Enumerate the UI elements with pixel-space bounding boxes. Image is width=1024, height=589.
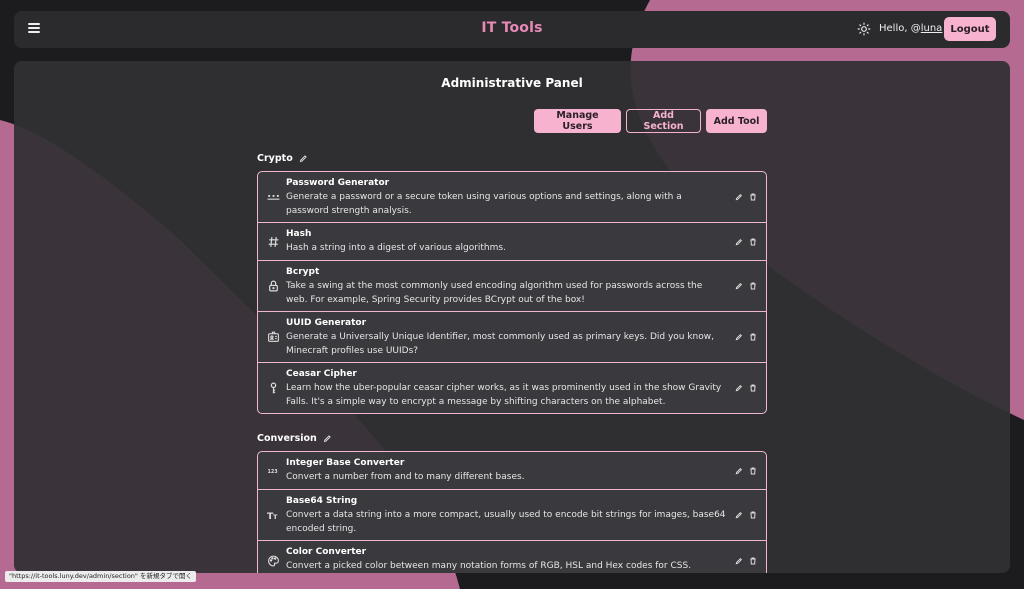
pencil-icon[interactable] [299, 154, 308, 163]
add-tool-button[interactable]: Add Tool [706, 109, 767, 133]
edit-icon[interactable] [735, 511, 743, 519]
tool-name: Color Converter [286, 547, 367, 557]
page-title: Administrative Panel [441, 76, 583, 90]
sun-icon[interactable] [857, 22, 871, 36]
trash-icon[interactable] [749, 384, 757, 392]
trash-icon[interactable] [749, 238, 757, 246]
tool-row[interactable]: Hash Hash a string into a digest of vari… [258, 223, 766, 261]
top-header: IT Tools Hello, @luna Logout [14, 11, 1010, 48]
trash-icon[interactable] [749, 511, 757, 519]
tool-name: Password Generator [286, 178, 390, 188]
hash-icon [268, 236, 279, 247]
text-size-icon: TT [267, 511, 278, 522]
tool-description: Generate a Universally Unique Identifier… [286, 332, 714, 356]
tool-row[interactable]: TT Base64 String Convert a data string i… [258, 490, 766, 541]
tool-actions [735, 282, 757, 290]
add-section-button[interactable]: Add Section [626, 109, 701, 133]
tool-actions [735, 511, 757, 519]
section-title: Conversion [257, 433, 317, 444]
svg-text:T: T [273, 513, 278, 521]
tool-list-conversion: 123 Integer Base Converter Convert a num… [257, 451, 767, 573]
tool-name: Base64 String [286, 496, 358, 506]
tool-actions [735, 384, 757, 392]
tool-list-crypto: Password Generator Generate a password o… [257, 171, 767, 414]
svg-text:123: 123 [268, 469, 278, 475]
tool-description: Hash a string into a digest of various a… [286, 243, 506, 253]
trash-icon[interactable] [749, 557, 757, 565]
tool-row[interactable]: 123 Integer Base Converter Convert a num… [258, 452, 766, 490]
tool-name: Ceasar Cipher [286, 369, 357, 379]
link-status-bar: "https://it-tools.luny.dev/admin/section… [5, 571, 196, 582]
tool-actions [735, 467, 757, 475]
tool-name: Hash [286, 229, 312, 239]
tool-name: Integer Base Converter [286, 458, 405, 468]
password-dots-icon [267, 194, 280, 200]
lock-icon [269, 280, 278, 292]
trash-icon[interactable] [749, 467, 757, 475]
palette-icon [268, 555, 279, 567]
tool-description: Convert a picked color between many nota… [286, 561, 692, 571]
edit-icon[interactable] [735, 333, 743, 341]
section-header-conversion: Conversion [257, 433, 332, 444]
greeting-prefix: Hello, @ [879, 23, 921, 34]
tool-description: Convert a data string into a more compac… [286, 510, 726, 534]
tool-actions [735, 238, 757, 246]
manage-users-button[interactable]: Manage Users [534, 109, 621, 133]
trash-icon[interactable] [749, 282, 757, 290]
tool-row[interactable]: Password Generator Generate a password o… [258, 172, 766, 223]
tool-description: Learn how the uber-popular ceasar cipher… [286, 383, 722, 407]
edit-icon[interactable] [735, 238, 743, 246]
numbers-123-icon: 123 [268, 469, 278, 475]
tool-actions [735, 557, 757, 565]
pencil-icon[interactable] [323, 434, 332, 443]
logout-button[interactable]: Logout [944, 17, 996, 41]
edit-icon[interactable] [735, 467, 743, 475]
tool-row[interactable]: Ceasar Cipher Learn how the uber-popular… [258, 363, 766, 413]
tool-row[interactable]: Color Converter Convert a picked color b… [258, 541, 766, 573]
edit-icon[interactable] [735, 193, 743, 201]
trash-icon[interactable] [749, 193, 757, 201]
username-link[interactable]: luna [921, 23, 943, 34]
tool-name: UUID Generator [286, 318, 367, 328]
id-card-icon [268, 331, 279, 342]
tool-row[interactable]: Bcrypt Take a swing at the most commonly… [258, 261, 766, 312]
tool-actions [735, 193, 757, 201]
edit-icon[interactable] [735, 282, 743, 290]
user-greeting: Hello, @luna [879, 23, 942, 34]
section-header-crypto: Crypto [257, 153, 308, 164]
trash-icon[interactable] [749, 333, 757, 341]
admin-panel: Administrative Panel Manage Users Add Se… [14, 61, 1010, 573]
tool-description: Generate a password or a secure token us… [286, 192, 682, 216]
tool-actions [735, 333, 757, 341]
edit-icon[interactable] [735, 384, 743, 392]
key-icon [270, 382, 277, 394]
tool-row[interactable]: UUID Generator Generate a Universally Un… [258, 312, 766, 363]
tool-description: Convert a number from and to many differ… [286, 472, 525, 482]
edit-icon[interactable] [735, 557, 743, 565]
tool-description: Take a swing at the most commonly used e… [286, 281, 703, 305]
section-title: Crypto [257, 153, 293, 164]
tool-name: Bcrypt [286, 267, 320, 277]
